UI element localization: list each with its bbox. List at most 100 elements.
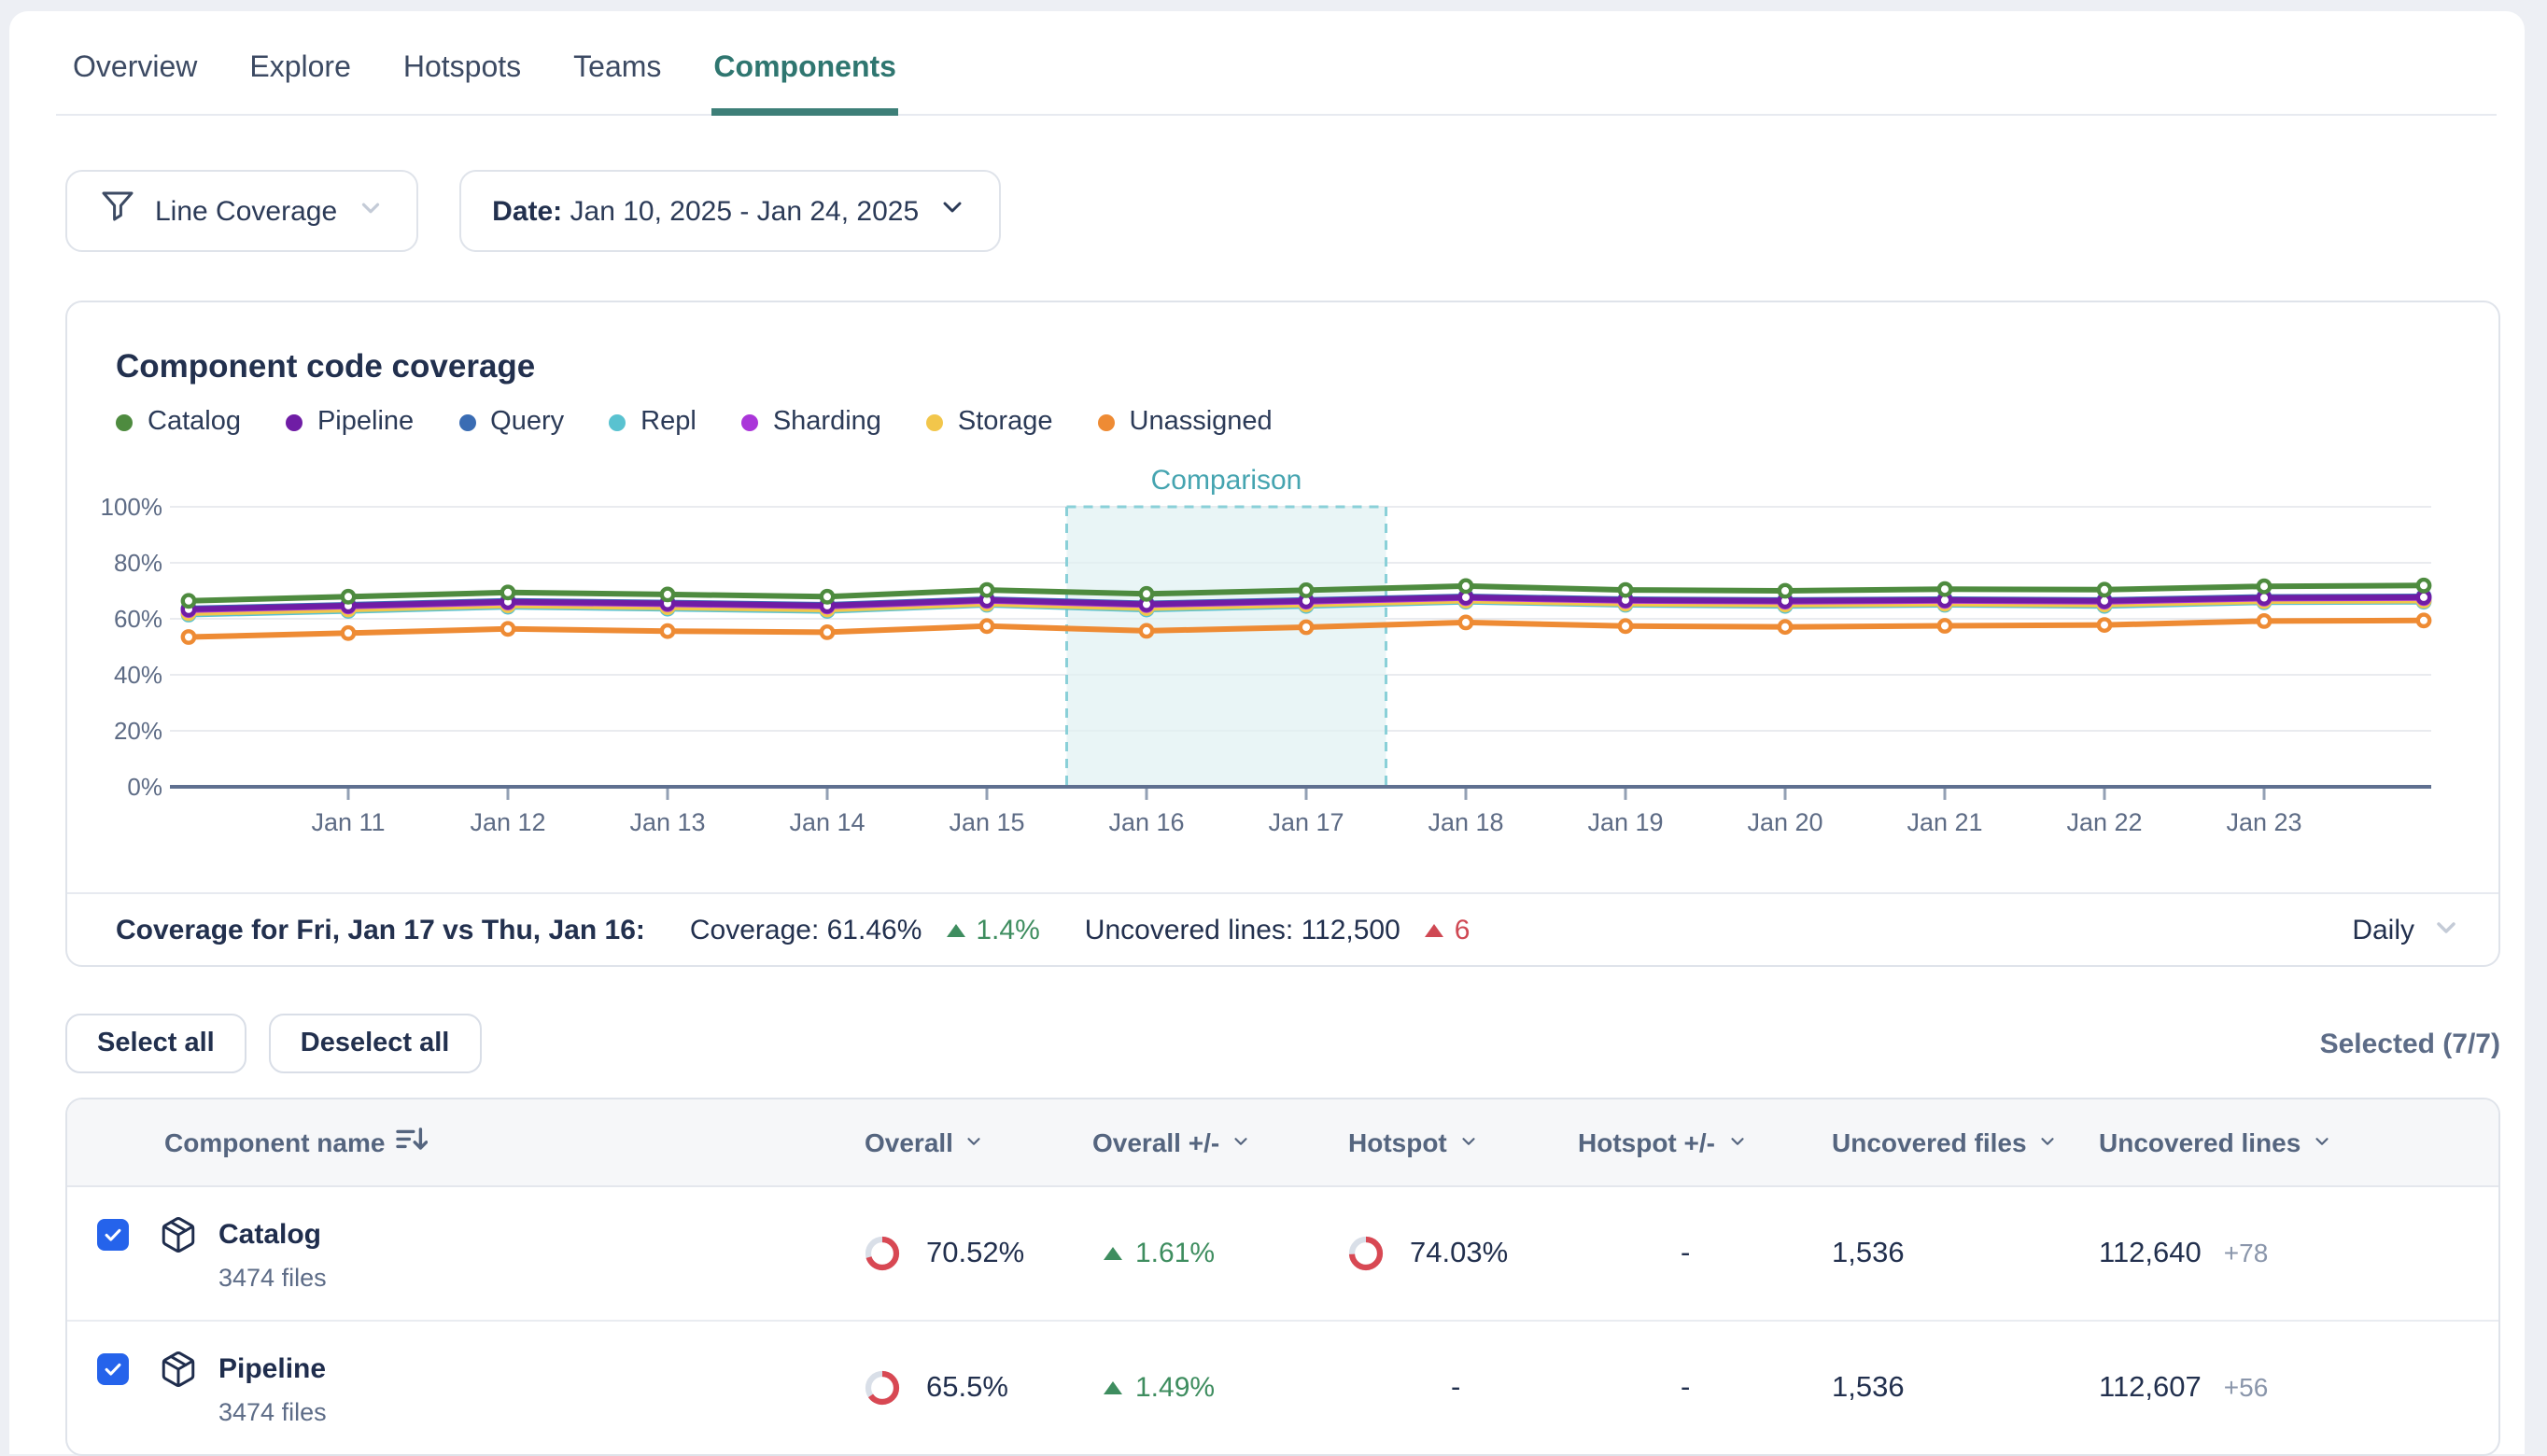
svg-text:Jan 18: Jan 18 xyxy=(1428,808,1503,836)
coverage-summary-value: Coverage: 61.46% xyxy=(690,915,922,946)
date-filter-value: Jan 10, 2025 - Jan 24, 2025 xyxy=(570,195,920,227)
legend-item-pipeline[interactable]: Pipeline xyxy=(286,407,414,437)
chart-legend: Catalog Pipeline Query Repl Sharding Storage U… xyxy=(116,407,1273,437)
hotspot-delta-cell: - xyxy=(1578,1371,1832,1405)
column-header-overall-delta[interactable]: Overall +/- xyxy=(1092,1127,1348,1157)
overall-coverage-cell: 70.52% xyxy=(865,1236,1092,1271)
svg-text:20%: 20% xyxy=(114,717,162,745)
coverage-donut-icon xyxy=(865,1370,900,1406)
metric-filter-label: Line Coverage xyxy=(155,195,337,227)
triangle-up-icon xyxy=(1425,924,1443,937)
page: Overview Explore Hotspots Teams Componen… xyxy=(0,0,2547,1454)
triangle-up-icon xyxy=(1104,1381,1122,1394)
svg-text:Jan 17: Jan 17 xyxy=(1268,808,1344,836)
component-cube-icon xyxy=(159,1215,198,1254)
svg-text:Jan 20: Jan 20 xyxy=(1747,808,1822,836)
svg-text:40%: 40% xyxy=(114,661,162,689)
legend-dot-icon xyxy=(286,413,303,430)
legend-item-query[interactable]: Query xyxy=(458,407,564,437)
main-panel: Overview Explore Hotspots Teams Componen… xyxy=(9,11,2525,1454)
chevron-down-icon xyxy=(2038,1127,2059,1157)
row-checkbox[interactable] xyxy=(97,1219,129,1251)
tab-hotspots[interactable]: Hotspots xyxy=(401,35,523,114)
triangle-up-icon xyxy=(946,924,964,937)
column-header-uncovered-files[interactable]: Uncovered files xyxy=(1832,1127,2099,1157)
component-name[interactable]: Catalog xyxy=(218,1215,327,1254)
metric-filter-button[interactable]: Line Coverage xyxy=(65,170,417,252)
component-cube-icon xyxy=(159,1350,198,1389)
legend-item-unassigned[interactable]: Unassigned xyxy=(1098,407,1273,437)
coverage-donut-icon xyxy=(865,1236,900,1271)
date-filter-button[interactable]: Date: Jan 10, 2025 - Jan 24, 2025 xyxy=(458,170,1001,252)
tab-overview[interactable]: Overview xyxy=(71,35,199,114)
svg-text:100%: 100% xyxy=(101,493,163,521)
column-header-hotspot[interactable]: Hotspot xyxy=(1348,1127,1578,1157)
svg-text:Jan 23: Jan 23 xyxy=(2226,808,2301,836)
legend-item-sharding[interactable]: Sharding xyxy=(741,407,881,437)
chevron-down-icon xyxy=(1726,1127,1747,1157)
component-file-count: 3474 files xyxy=(218,1398,327,1426)
select-all-button[interactable]: Select all xyxy=(65,1014,246,1073)
granularity-select[interactable]: Daily xyxy=(2352,912,2461,949)
comparison-summary-label: Coverage for Fri, Jan 17 vs Thu, Jan 16: xyxy=(116,915,645,946)
table-row[interactable]: Pipeline 3474 files 65.5% 1.49% - - 1,53… xyxy=(67,1320,2498,1454)
svg-text:Jan 15: Jan 15 xyxy=(949,808,1024,836)
svg-text:Jan 13: Jan 13 xyxy=(629,808,705,836)
hotspot-coverage-cell: - xyxy=(1348,1371,1578,1405)
row-checkbox[interactable] xyxy=(97,1353,129,1385)
hotspot-delta-cell: - xyxy=(1578,1237,1832,1270)
chevron-down-icon xyxy=(2431,912,2461,949)
chevron-down-icon xyxy=(2312,1127,2332,1157)
coverage-delta: 1.4% xyxy=(946,915,1039,946)
overall-delta-cell: 1.61% xyxy=(1092,1238,1348,1269)
date-filter-prefix: Date: xyxy=(492,195,562,227)
svg-text:Jan 19: Jan 19 xyxy=(1587,808,1663,836)
coverage-chart-card: Component code coverage Catalog Pipeline Q… xyxy=(65,301,2500,967)
legend-item-storage[interactable]: Storage xyxy=(926,407,1053,437)
funnel-icon xyxy=(99,189,136,233)
legend-dot-icon xyxy=(458,413,475,430)
column-header-uncovered-lines[interactable]: Uncovered lines xyxy=(2099,1127,2498,1157)
overall-coverage-cell: 65.5% xyxy=(865,1370,1092,1406)
column-header-component-name[interactable]: Component name xyxy=(67,1127,865,1157)
tab-components[interactable]: Components xyxy=(711,35,898,114)
svg-text:Jan 14: Jan 14 xyxy=(789,808,865,836)
legend-dot-icon xyxy=(609,413,626,430)
chevron-down-icon xyxy=(964,1127,985,1157)
tab-explore[interactable]: Explore xyxy=(247,35,353,114)
svg-text:80%: 80% xyxy=(114,549,162,577)
svg-text:Jan 16: Jan 16 xyxy=(1108,808,1184,836)
svg-text:Comparison: Comparison xyxy=(1151,465,1302,496)
filter-row: Line Coverage Date: Jan 10, 2025 - Jan 2… xyxy=(65,170,2525,252)
triangle-up-icon xyxy=(1104,1247,1122,1260)
chevron-down-icon xyxy=(1458,1127,1479,1157)
tab-teams[interactable]: Teams xyxy=(571,35,663,114)
component-file-count: 3474 files xyxy=(218,1264,327,1292)
uncovered-delta: 6 xyxy=(1425,915,1471,946)
uncovered-lines-cell: 112,607 +56 xyxy=(2099,1371,2498,1405)
legend-item-repl[interactable]: Repl xyxy=(609,407,697,437)
component-name[interactable]: Pipeline xyxy=(218,1350,327,1389)
deselect-all-button[interactable]: Deselect all xyxy=(269,1014,482,1073)
coverage-line-chart[interactable]: 0%20%40%60%80%100%ComparisonJan 11Jan 12… xyxy=(67,452,2502,847)
chevron-down-icon xyxy=(1231,1127,1251,1157)
components-table: Component name Overall Overall +/- Hotsp… xyxy=(65,1098,2500,1456)
uncovered-lines-cell: 112,640 +78 xyxy=(2099,1237,2498,1270)
legend-item-catalog[interactable]: Catalog xyxy=(116,407,241,437)
chevron-down-icon xyxy=(356,193,384,229)
table-row[interactable]: Catalog 3474 files 70.52% 1.61% 74.03% -… xyxy=(67,1187,2498,1320)
chart-title: Component code coverage xyxy=(116,347,535,386)
svg-text:Jan 22: Jan 22 xyxy=(2066,808,2142,836)
selection-controls: Select all Deselect all Selected (7/7) xyxy=(65,1014,2500,1073)
chart-footer: Coverage for Fri, Jan 17 vs Thu, Jan 16:… xyxy=(67,892,2498,967)
column-header-overall[interactable]: Overall xyxy=(865,1127,1092,1157)
svg-text:0%: 0% xyxy=(127,773,162,801)
column-header-hotspot-delta[interactable]: Hotspot +/- xyxy=(1578,1127,1832,1157)
table-body: Catalog 3474 files 70.52% 1.61% 74.03% -… xyxy=(67,1187,2498,1454)
legend-dot-icon xyxy=(741,413,758,430)
uncovered-files-cell: 1,536 xyxy=(1832,1371,2099,1405)
sort-desc-icon[interactable] xyxy=(396,1127,428,1157)
uncovered-summary-value: Uncovered lines: 112,500 xyxy=(1085,915,1400,946)
table-header: Component name Overall Overall +/- Hotsp… xyxy=(67,1099,2498,1187)
coverage-donut-icon xyxy=(1348,1236,1384,1271)
